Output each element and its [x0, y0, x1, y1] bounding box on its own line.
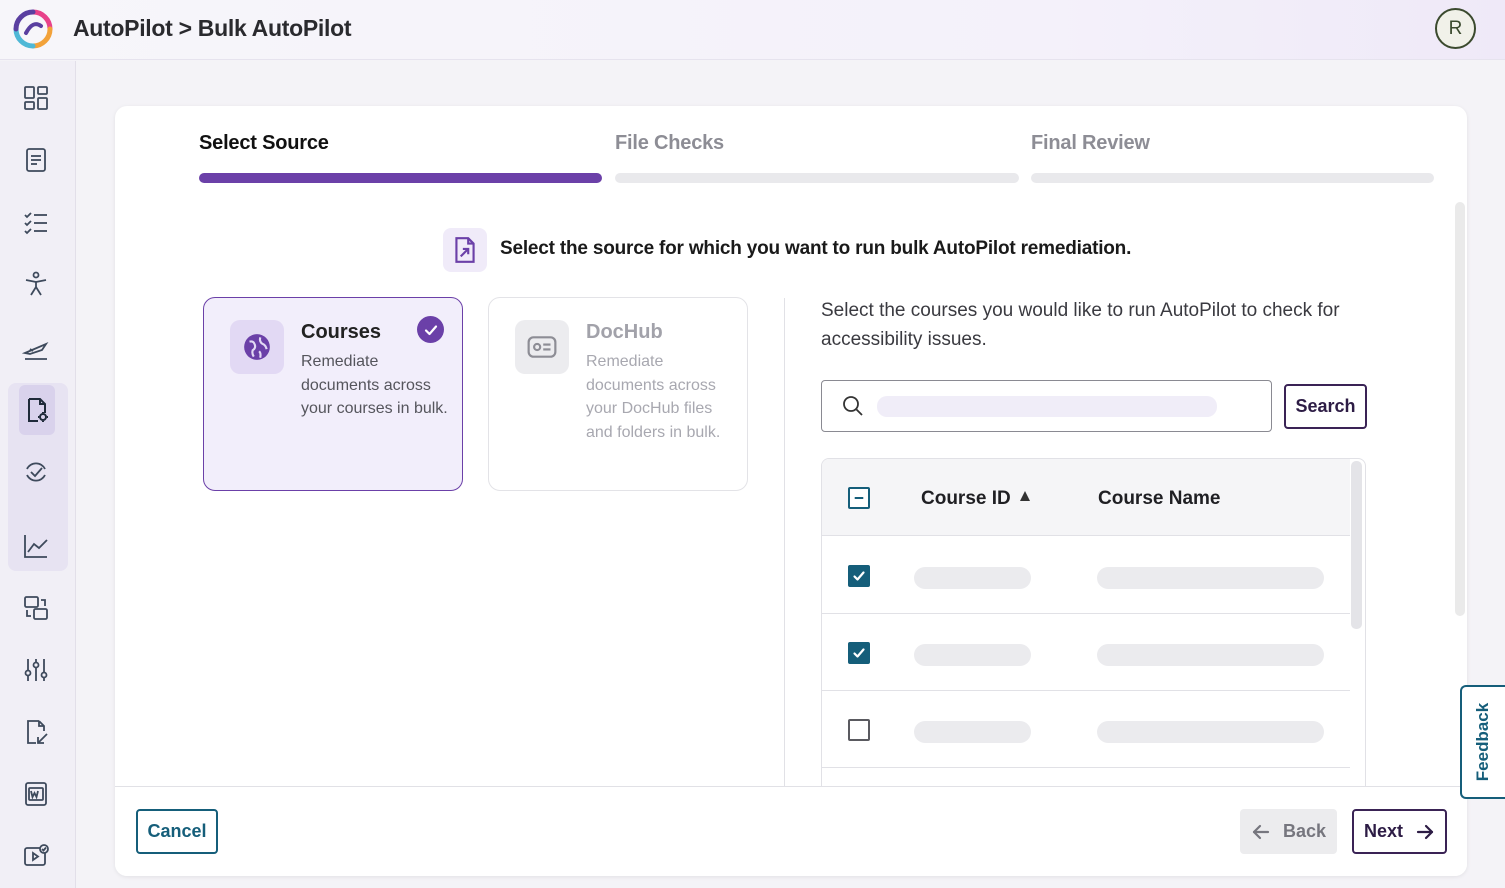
sidebar-item-video[interactable]	[14, 834, 58, 878]
panel-divider	[784, 298, 785, 798]
cancel-button[interactable]: Cancel	[136, 809, 218, 854]
arrow-right-icon	[1416, 824, 1434, 839]
back-button[interactable]: Back	[1240, 809, 1337, 854]
settings-sliders-icon	[24, 659, 48, 681]
course-search-input[interactable]	[877, 396, 1217, 417]
sort-ascending-icon[interactable]	[1020, 491, 1030, 501]
bulk-autopilot-wizard: Select Source File Checks Final Review S…	[115, 106, 1467, 876]
source-instruction: Select the source for which you want to …	[500, 238, 1132, 259]
column-header-course-id[interactable]: Course ID	[921, 488, 1011, 510]
table-row[interactable]	[822, 614, 1350, 691]
accessibility-icon	[25, 271, 47, 296]
table-row[interactable]	[822, 537, 1350, 614]
course-name-placeholder	[1097, 721, 1324, 743]
sidebar-item-autopilot[interactable]	[14, 328, 58, 372]
globe-icon	[230, 320, 284, 374]
search-icon	[843, 396, 863, 416]
autopilot-plane-icon	[22, 341, 49, 360]
sidebar	[0, 61, 76, 888]
dashboard-icon	[24, 86, 48, 110]
feedback-label: Feedback	[1473, 702, 1493, 782]
column-header-course-name[interactable]: Course Name	[1098, 488, 1221, 510]
source-tile-description: Remediate documents across your courses …	[301, 353, 448, 417]
sidebar-item-reviewed[interactable]	[14, 450, 58, 494]
word-document-icon	[25, 782, 47, 806]
reviewed-check-icon	[26, 462, 46, 482]
document-edit-icon	[27, 720, 48, 744]
row-checkbox[interactable]	[848, 565, 870, 587]
step-progress-final-review	[1031, 173, 1434, 183]
course-search-box	[821, 380, 1272, 432]
course-id-placeholder	[914, 567, 1031, 589]
source-tile-dochub[interactable]: DocHub Remediate documents across your D…	[488, 297, 748, 491]
top-header: AutoPilot > Bulk AutoPilot R	[0, 0, 1505, 60]
sidebar-item-documents[interactable]	[14, 138, 58, 182]
source-tile-courses[interactable]: Courses Remediate documents across your …	[203, 297, 463, 491]
sidebar-item-conversion[interactable]	[14, 586, 58, 630]
external-document-icon	[443, 228, 487, 272]
table-header: Course ID Course Name	[822, 459, 1350, 536]
row-checkbox[interactable]	[848, 719, 870, 741]
sidebar-item-bulk-autopilot[interactable]	[19, 385, 55, 435]
sidebar-item-dashboard[interactable]	[14, 76, 58, 120]
arrow-left-icon	[1252, 824, 1270, 839]
step-file-checks: File Checks	[615, 132, 724, 154]
step-progress-file-checks	[615, 173, 1019, 183]
sidebar-item-checklist[interactable]	[14, 200, 58, 244]
source-tile-title: DocHub	[586, 321, 663, 343]
id-card-icon	[515, 320, 569, 374]
document-icon	[26, 148, 46, 172]
step-progress-select-source	[199, 173, 602, 183]
step-final-review: Final Review	[1031, 132, 1150, 154]
next-label: Next	[1363, 821, 1403, 841]
user-avatar[interactable]: R	[1435, 8, 1476, 49]
course-id-placeholder	[914, 644, 1031, 666]
page-title: AutoPilot > Bulk AutoPilot	[73, 15, 352, 41]
row-checkbox[interactable]	[848, 642, 870, 664]
course-name-placeholder	[1097, 644, 1324, 666]
next-button[interactable]: Next	[1352, 809, 1447, 854]
table-scrollbar[interactable]	[1351, 461, 1362, 629]
sidebar-item-document-edit[interactable]	[14, 710, 58, 754]
conversion-icon	[24, 596, 48, 620]
courses-table: Course ID Course Name	[821, 458, 1366, 798]
checklist-icon	[24, 212, 47, 235]
sidebar-item-analytics[interactable]	[14, 524, 58, 568]
sidebar-item-accessibility[interactable]	[14, 262, 58, 306]
bulk-document-icon	[28, 398, 48, 422]
feedback-tab[interactable]: Feedback	[1460, 685, 1505, 799]
course-id-placeholder	[914, 721, 1031, 743]
sidebar-item-settings[interactable]	[14, 648, 58, 692]
search-button[interactable]: Search	[1284, 384, 1367, 429]
select-all-checkbox[interactable]	[848, 487, 870, 509]
sidebar-item-word[interactable]	[14, 772, 58, 816]
analytics-chart-icon	[24, 535, 48, 558]
video-check-icon	[24, 844, 49, 866]
step-select-source: Select Source	[199, 132, 329, 154]
selected-check-icon	[417, 316, 444, 343]
courses-instruction: Select the courses you would like to run…	[821, 300, 1340, 350]
back-label: Back	[1282, 821, 1327, 841]
course-name-placeholder	[1097, 567, 1324, 589]
source-tile-title: Courses	[301, 321, 382, 343]
app-logo-icon[interactable]	[12, 8, 54, 50]
source-tile-description: Remediate documents across your DocHub f…	[586, 353, 721, 441]
wizard-footer: Cancel Back Next	[115, 786, 1467, 876]
card-scrollbar[interactable]	[1455, 202, 1465, 616]
table-row[interactable]	[822, 691, 1350, 768]
